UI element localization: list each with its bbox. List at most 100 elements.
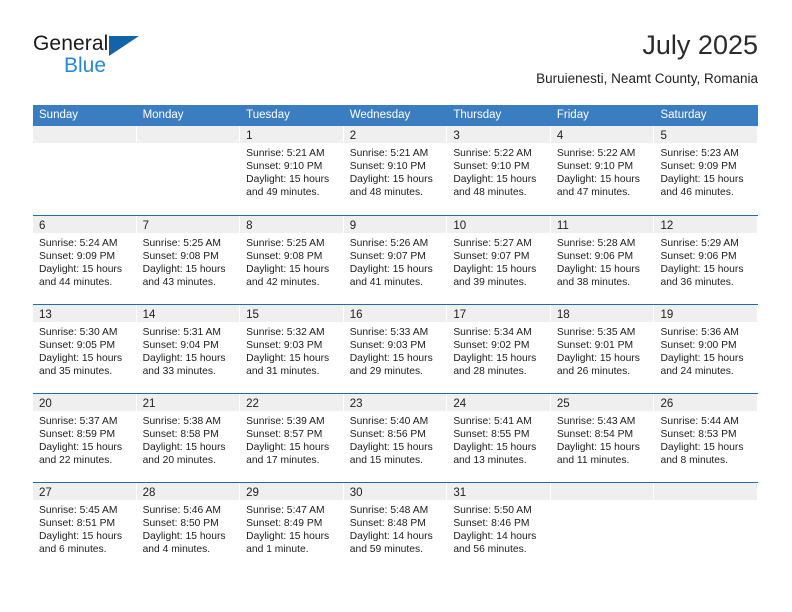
calendar-day-cell[interactable]: 22 Sunrise: 5:39 AM Sunset: 8:57 PM Dayligh… [240, 394, 344, 482]
day-sunset-text: Sunset: 9:04 PM [142, 339, 219, 351]
day-sun-info: Sunrise: 5:22 AM Sunset: 9:10 PM Daylight:… [447, 143, 551, 200]
calendar-day-cell-empty[interactable] [550, 483, 655, 571]
day-number: 5 [660, 130, 667, 142]
calendar-day-cell[interactable]: 16 Sunrise: 5:33 AM Sunset: 9:03 PM Dayligh… [343, 305, 448, 393]
calendar-day-cell[interactable]: 12 Sunrise: 5:29 AM Sunset: 9:06 PM Dayligh… [654, 216, 758, 304]
day-number-band: 2 [343, 126, 447, 143]
calendar-day-cell[interactable]: 9 Sunrise: 5:26 AM Sunset: 9:07 PM Daylight… [343, 216, 448, 304]
day-number-band: 10 [447, 216, 550, 233]
calendar-day-cell[interactable]: 21 Sunrise: 5:38 AM Sunset: 8:58 PM Dayligh… [136, 394, 241, 482]
calendar-day-cell[interactable]: 20 Sunrise: 5:37 AM Sunset: 8:59 PM Dayligh… [33, 394, 137, 482]
calendar-day-cell[interactable]: 1 Sunrise: 5:21 AM Sunset: 9:10 PM Daylight… [240, 126, 344, 215]
day-sunset-text: Sunset: 8:53 PM [660, 428, 737, 440]
day-sun-info: Sunrise: 5:31 AM Sunset: 9:04 PM Daylight:… [137, 322, 241, 379]
day-daylight-text: Daylight: 15 hours and 49 minutes. [246, 173, 330, 198]
day-number: 8 [246, 220, 253, 232]
day-number-band: 25 [550, 394, 654, 411]
calendar-grid: Sunday Monday Tuesday Wednesday Thursday Frid… [33, 105, 758, 571]
calendar-day-cell[interactable]: 23 Sunrise: 5:40 AM Sunset: 8:56 PM Dayligh… [343, 394, 448, 482]
day-daylight-text: Daylight: 15 hours and 42 minutes. [246, 263, 330, 288]
day-number: 30 [349, 487, 363, 499]
day-number: 17 [453, 309, 467, 321]
day-number: 16 [349, 309, 363, 321]
calendar-day-cell[interactable]: 10 Sunrise: 5:27 AM Sunset: 9:07 PM Dayligh… [447, 216, 551, 304]
day-sunrise-text: Sunrise: 5:30 AM [39, 327, 118, 338]
day-number-band: 15 [240, 305, 343, 322]
calendar-day-cell[interactable]: 6 Sunrise: 5:24 AM Sunset: 9:09 PM Daylight… [33, 216, 137, 304]
day-sun-info: Sunrise: 5:48 AM Sunset: 8:48 PM Daylight:… [344, 500, 448, 557]
calendar-day-cell[interactable]: 5 Sunrise: 5:23 AM Sunset: 9:09 PM Daylight… [654, 126, 758, 215]
calendar-day-cell[interactable]: 15 Sunrise: 5:32 AM Sunset: 9:03 PM Dayligh… [240, 305, 344, 393]
day-number: 1 [246, 130, 253, 142]
calendar-day-cell[interactable]: 27 Sunrise: 5:45 AM Sunset: 8:51 PM Dayligh… [33, 483, 137, 571]
day-number-band: 11 [550, 216, 654, 233]
day-sunset-text: Sunset: 9:09 PM [39, 250, 116, 262]
day-daylight-text: Daylight: 15 hours and 17 minutes. [246, 441, 330, 466]
day-sun-info: Sunrise: 5:24 AM Sunset: 9:09 PM Daylight:… [33, 233, 137, 290]
day-sunrise-text: Sunrise: 5:40 AM [349, 416, 429, 427]
day-sunrise-text: Sunrise: 5:44 AM [660, 416, 739, 427]
day-sun-info: Sunrise: 5:21 AM Sunset: 9:10 PM Daylight:… [240, 143, 344, 200]
day-sunrise-text: Sunrise: 5:21 AM [246, 148, 325, 159]
calendar-day-cell[interactable]: 24 Sunrise: 5:41 AM Sunset: 8:55 PM Dayligh… [447, 394, 551, 482]
day-number-band: 13 [33, 305, 136, 322]
day-number-band: 31 [447, 483, 550, 500]
day-number-band: 17 [447, 305, 550, 322]
weekday-header-monday: Monday [142, 109, 184, 121]
calendar-page: General Blue July 2025 Buruienesti, Neam… [0, 0, 792, 612]
day-number-band: 30 [343, 483, 447, 500]
weekday-header-thursday: Thursday [453, 109, 502, 121]
calendar-day-cell[interactable]: 17 Sunrise: 5:34 AM Sunset: 9:02 PM Dayligh… [447, 305, 551, 393]
day-sunrise-text: Sunrise: 5:46 AM [142, 505, 221, 516]
calendar-day-cell[interactable]: 13 Sunrise: 5:30 AM Sunset: 9:05 PM Dayligh… [33, 305, 137, 393]
day-daylight-text: Daylight: 15 hours and 15 minutes. [349, 441, 433, 466]
calendar-day-cell[interactable]: 19 Sunrise: 5:36 AM Sunset: 9:00 PM Dayligh… [654, 305, 758, 393]
day-number-band: 14 [136, 305, 240, 322]
day-number-band: 4 [550, 126, 654, 143]
calendar-day-cell[interactable]: 7 Sunrise: 5:25 AM Sunset: 9:08 PM Daylight… [136, 216, 241, 304]
calendar-day-cell[interactable]: 4 Sunrise: 5:22 AM Sunset: 9:10 PM Daylight… [550, 126, 655, 215]
day-sunrise-text: Sunrise: 5:23 AM [660, 148, 739, 159]
day-sun-info: Sunrise: 5:38 AM Sunset: 8:58 PM Daylight:… [137, 411, 241, 468]
day-sun-info: Sunrise: 5:25 AM Sunset: 9:08 PM Daylight:… [240, 233, 344, 290]
day-sunrise-text: Sunrise: 5:25 AM [142, 238, 221, 249]
title-block: July 2025 Buruienesti, Neamt County, Rom… [536, 28, 758, 89]
calendar-day-cell-empty[interactable] [136, 126, 241, 215]
day-daylight-text: Daylight: 14 hours and 56 minutes. [453, 530, 537, 555]
day-daylight-text: Daylight: 15 hours and 47 minutes. [556, 173, 640, 198]
day-sunrise-text: Sunrise: 5:32 AM [246, 327, 325, 338]
calendar-day-cell[interactable]: 26 Sunrise: 5:44 AM Sunset: 8:53 PM Dayligh… [654, 394, 758, 482]
day-sunset-text: Sunset: 9:10 PM [349, 160, 426, 172]
day-number: 31 [453, 487, 467, 499]
day-sun-info: Sunrise: 5:33 AM Sunset: 9:03 PM Daylight:… [344, 322, 448, 379]
calendar-day-cell[interactable]: 8 Sunrise: 5:25 AM Sunset: 9:08 PM Daylight… [240, 216, 344, 304]
page-subtitle: Buruienesti, Neamt County, Romania [536, 71, 758, 86]
calendar-day-cell[interactable]: 29 Sunrise: 5:47 AM Sunset: 8:49 PM Dayligh… [240, 483, 344, 571]
calendar-day-cell[interactable]: 28 Sunrise: 5:46 AM Sunset: 8:50 PM Dayligh… [136, 483, 241, 571]
calendar-week-row: 27 Sunrise: 5:45 AM Sunset: 8:51 PM Dayligh… [33, 482, 758, 571]
day-number: 14 [142, 309, 156, 321]
day-sunset-text: Sunset: 8:50 PM [142, 517, 219, 529]
calendar-day-cell[interactable]: 18 Sunrise: 5:35 AM Sunset: 9:01 PM Dayligh… [550, 305, 655, 393]
day-daylight-text: Daylight: 15 hours and 31 minutes. [246, 352, 330, 377]
calendar-day-cell[interactable]: 30 Sunrise: 5:48 AM Sunset: 8:48 PM Dayligh… [343, 483, 448, 571]
weekday-header-friday: Friday [556, 109, 589, 121]
calendar-day-cell-empty[interactable] [654, 483, 758, 571]
day-sunrise-text: Sunrise: 5:43 AM [556, 416, 636, 427]
calendar-day-cell[interactable]: 11 Sunrise: 5:28 AM Sunset: 9:06 PM Dayligh… [550, 216, 655, 304]
calendar-day-cell[interactable]: 3 Sunrise: 5:22 AM Sunset: 9:10 PM Daylight… [447, 126, 551, 215]
day-sun-info: Sunrise: 5:39 AM Sunset: 8:57 PM Daylight:… [240, 411, 344, 468]
day-number: 15 [246, 309, 259, 321]
calendar-day-cell[interactable]: 14 Sunrise: 5:31 AM Sunset: 9:04 PM Dayligh… [136, 305, 241, 393]
day-sunset-text: Sunset: 8:51 PM [39, 517, 116, 529]
day-sunset-text: Sunset: 8:55 PM [453, 428, 530, 440]
day-daylight-text: Daylight: 15 hours and 28 minutes. [453, 352, 537, 377]
day-number-band: 19 [654, 305, 758, 322]
calendar-day-cell[interactable]: 25 Sunrise: 5:43 AM Sunset: 8:54 PM Dayligh… [550, 394, 655, 482]
calendar-day-cell-empty[interactable] [33, 126, 137, 215]
day-number: 24 [453, 398, 467, 410]
calendar-day-cell[interactable]: 31 Sunrise: 5:50 AM Sunset: 8:46 PM Dayligh… [447, 483, 551, 571]
calendar-day-cell[interactable]: 2 Sunrise: 5:21 AM Sunset: 9:10 PM Daylight… [343, 126, 448, 215]
day-sunset-text: Sunset: 9:03 PM [246, 339, 323, 351]
day-sun-info: Sunrise: 5:43 AM Sunset: 8:54 PM Daylight:… [551, 411, 655, 468]
